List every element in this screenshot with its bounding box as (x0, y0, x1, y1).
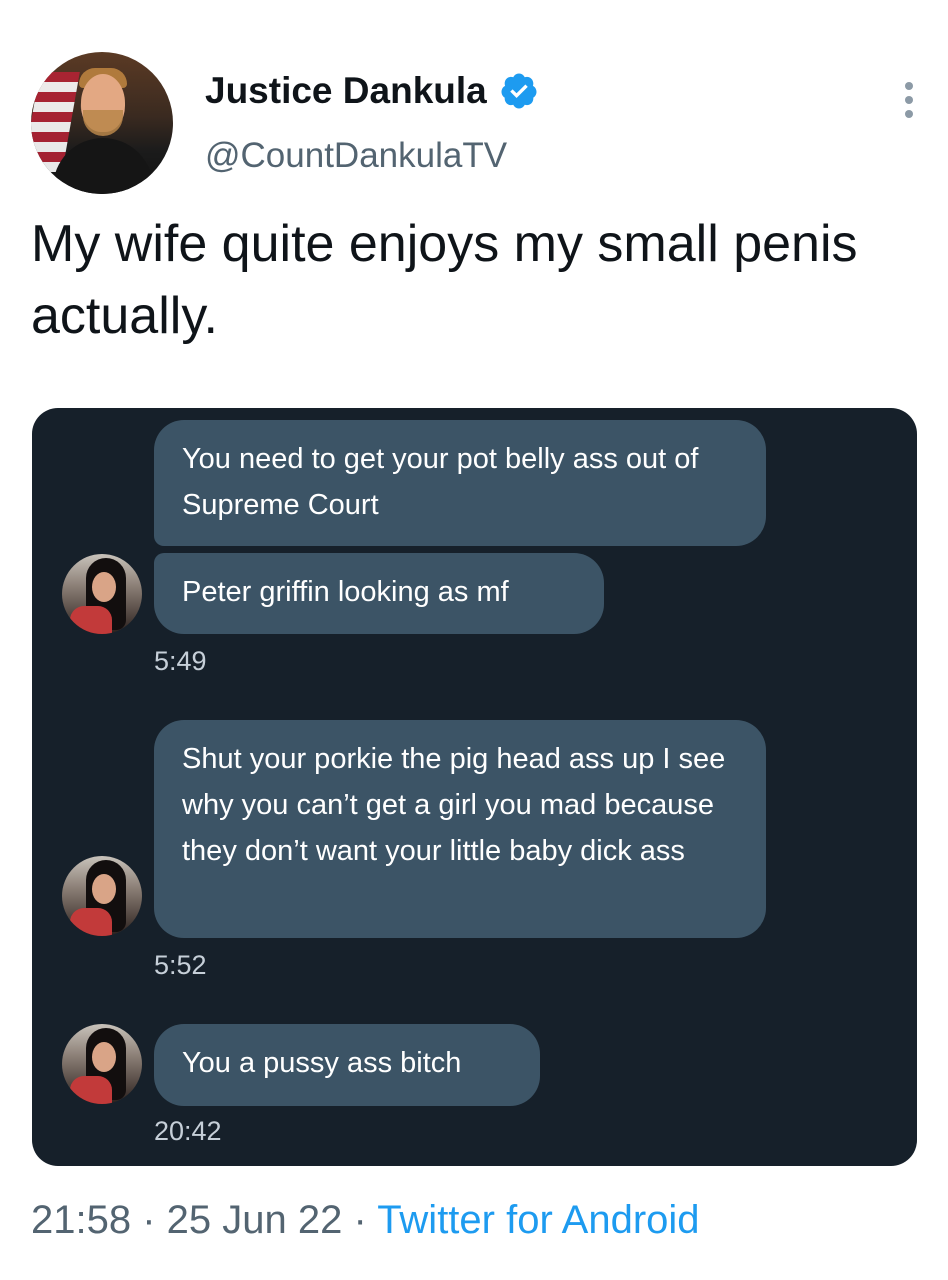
tweet-date[interactable]: 25 Jun 22 (167, 1198, 343, 1242)
chat-screenshot[interactable]: You need to get your pot belly ass out o… (32, 408, 917, 1166)
tweet-time[interactable]: 21:58 (31, 1198, 131, 1242)
author-name[interactable]: Justice Dankula (205, 70, 487, 112)
author-name-row[interactable]: Justice Dankula (205, 70, 539, 112)
meta-separator: · (131, 1198, 167, 1242)
chat-avatar (62, 1024, 142, 1104)
chat-timestamp: 5:52 (154, 950, 207, 980)
chat-message: You need to get your pot belly ass out o… (154, 420, 766, 546)
chat-timestamp: 5:49 (154, 646, 207, 676)
meta-separator: · (342, 1198, 378, 1242)
chat-message: Shut your porkie the pig head ass up I s… (154, 720, 766, 938)
more-options-icon[interactable] (905, 82, 917, 118)
tweet-source-link[interactable]: Twitter for Android (377, 1198, 699, 1242)
verified-badge-icon (501, 73, 537, 109)
chat-message: You a pussy ass bitch (154, 1024, 540, 1106)
tweet-meta: 21:58 · 25 Jun 22 · Twitter for Android (31, 1198, 700, 1243)
chat-avatar (62, 554, 142, 634)
author-handle[interactable]: @CountDankulaTV (205, 136, 507, 176)
chat-timestamp: 20:42 (154, 1116, 222, 1146)
chat-avatar (62, 856, 142, 936)
tweet-text: My wife quite enjoys my small penis actu… (31, 215, 858, 345)
chat-message: Peter griffin looking as mf (154, 553, 604, 634)
author-avatar[interactable] (31, 52, 173, 194)
tweet-header: Justice Dankula @CountDankulaTV (31, 52, 921, 197)
